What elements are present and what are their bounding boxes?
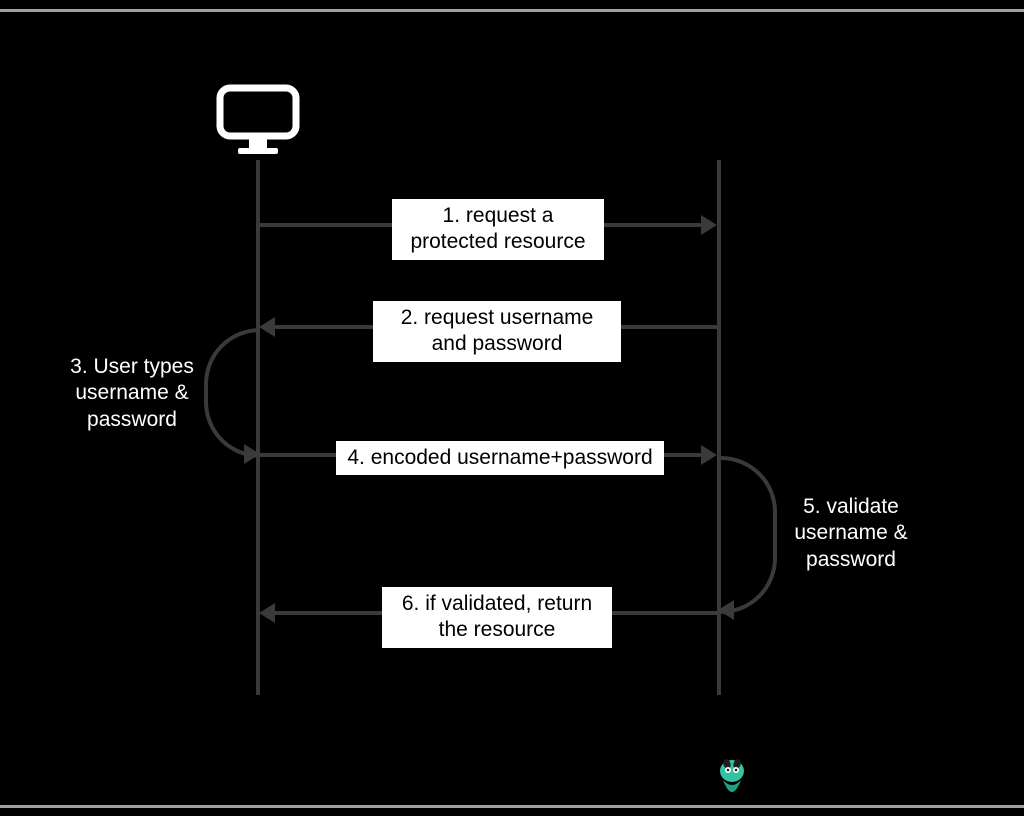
monitor-icon — [216, 84, 300, 163]
msg6-label: 6. if validated, return the resource — [382, 587, 612, 648]
msg3-label: 3. User types username & password — [62, 354, 202, 433]
client-self-arrow — [244, 444, 260, 464]
bottom-divider — [0, 805, 1024, 808]
server-self-arc — [721, 456, 777, 614]
msg5-label: 5. validate username & password — [786, 494, 916, 573]
msg1-arrow — [701, 215, 717, 235]
msg1-label: 1. request a protected resource — [392, 199, 604, 260]
msg6-arrow — [259, 603, 275, 623]
msg2-arrow — [259, 317, 275, 337]
top-divider — [0, 9, 1024, 12]
msg4-label: 4. encoded username+password — [336, 441, 664, 475]
sequence-diagram: 1. request a protected resource 2. reque… — [0, 0, 1024, 816]
client-self-arc — [204, 328, 260, 458]
msg2-label: 2. request username and password — [373, 301, 621, 362]
msg4-arrow — [701, 445, 717, 465]
logo-icon — [717, 758, 747, 805]
server-self-arrow — [718, 600, 734, 620]
